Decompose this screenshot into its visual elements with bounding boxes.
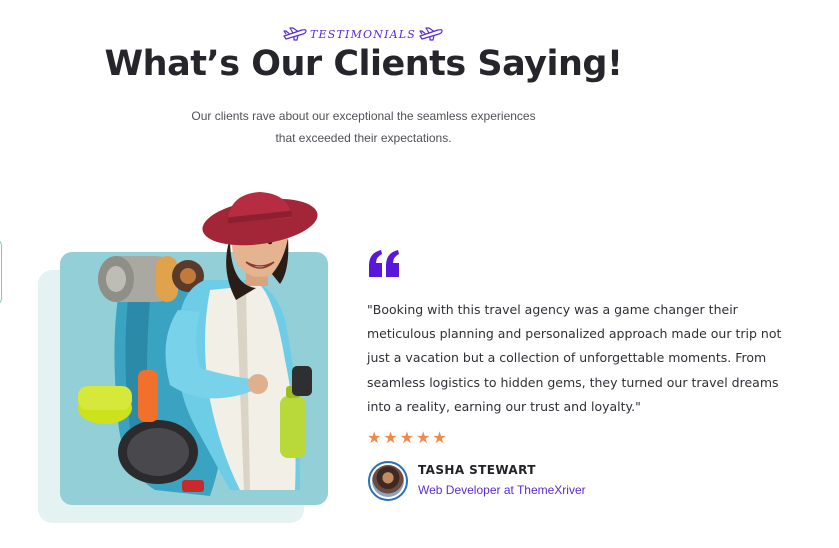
author-name: TASHA STEWART <box>418 463 536 477</box>
section-eyebrow: TESTIMONIALS <box>282 24 444 44</box>
star-icon: ★ <box>367 428 382 447</box>
eyebrow-label: TESTIMONIALS <box>309 27 417 41</box>
airplane-icon <box>418 27 444 41</box>
subtitle-line: Our clients rave about our exceptional t… <box>191 109 536 123</box>
rating-stars: ★ ★ ★ ★ ★ <box>367 429 447 447</box>
section-title: What’s Our Clients Saying! <box>104 44 623 84</box>
section-subtitle: Our clients rave about our exceptional t… <box>150 105 577 149</box>
star-icon: ★ <box>432 428 447 447</box>
star-icon: ★ <box>416 428 431 447</box>
author-role: Web Developer at ThemeXriver <box>418 483 586 497</box>
traveler-photo <box>78 192 318 496</box>
star-icon: ★ <box>383 428 398 447</box>
subtitle-line: that exceeded their expectations. <box>275 131 452 145</box>
star-icon: ★ <box>399 428 415 447</box>
quote-mark-icon <box>369 250 399 277</box>
testimonial-quote: "Booking with this travel agency was a g… <box>367 302 782 414</box>
previous-slide-button[interactable] <box>0 238 2 306</box>
author-avatar <box>368 461 408 501</box>
airplane-icon <box>282 27 308 41</box>
